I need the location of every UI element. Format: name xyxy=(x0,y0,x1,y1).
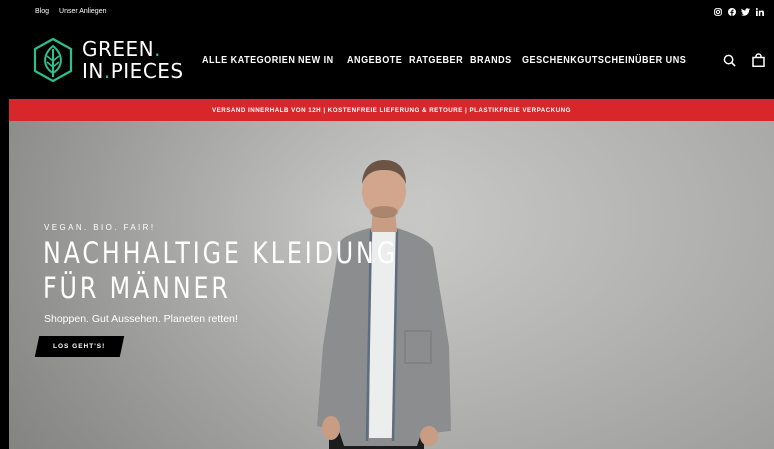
leaf-logo-icon xyxy=(33,37,73,83)
cart-icon[interactable] xyxy=(751,53,765,67)
nav-ueber-uns[interactable]: ÜBER UNS xyxy=(635,54,686,66)
hero-cta-button[interactable]: LOS GEHT'S! xyxy=(34,336,125,357)
nav-alle-kategorien[interactable]: ALLE KATEGORIEN xyxy=(202,54,295,66)
hero-subline: Shoppen. Gut Aussehen. Planeten retten! xyxy=(44,313,238,325)
site-header: GREEN. IN.PIECES ALLE KATEGORIEN NEW IN … xyxy=(0,26,774,99)
shipping-banner: VERSAND INNERHALB VON 12H | KOSTENFREIE … xyxy=(9,99,774,121)
search-icon[interactable] xyxy=(722,53,736,67)
top-links: Blog Unser Anliegen xyxy=(35,8,107,15)
nav-brands[interactable]: BRANDS xyxy=(470,54,512,66)
shipping-banner-text: VERSAND INNERHALB VON 12H | KOSTENFREIE … xyxy=(212,106,571,114)
twitter-icon[interactable] xyxy=(741,7,750,16)
instagram-icon[interactable] xyxy=(713,7,722,16)
nav-angebote[interactable]: ANGEBOTE xyxy=(347,54,402,66)
linkedin-icon[interactable] xyxy=(755,7,764,16)
top-link-blog[interactable]: Blog xyxy=(35,8,49,15)
hero-eyebrow: VEGAN. BIO. FAIR! xyxy=(44,223,156,232)
hero-cta-label: LOS GEHT'S! xyxy=(53,343,106,350)
nav-ratgeber[interactable]: RATGEBER xyxy=(409,54,463,66)
brand-logo[interactable]: GREEN. IN.PIECES xyxy=(33,37,184,83)
nav-new-in[interactable]: NEW IN xyxy=(298,54,334,66)
main-nav: ALLE KATEGORIEN NEW IN ANGEBOTE RATGEBER… xyxy=(202,54,702,68)
top-bar: Blog Unser Anliegen xyxy=(0,0,774,26)
header-actions xyxy=(722,53,765,67)
hero-section: VEGAN. BIO. FAIR! NACHHALTIGE KLEIDUNG F… xyxy=(9,121,774,449)
top-link-unser-anliegen[interactable]: Unser Anliegen xyxy=(59,8,106,15)
hero-headline-line2: FÜR MÄNNER xyxy=(43,271,231,305)
brand-name: GREEN. IN.PIECES xyxy=(82,37,184,83)
nav-geschenkgutschein[interactable]: GESCHENKGUTSCHEIN xyxy=(522,54,635,66)
hero-headline-line1: NACHHALTIGE KLEIDUNG xyxy=(43,236,399,270)
hero-headline: NACHHALTIGE KLEIDUNG FÜR MÄNNER xyxy=(43,236,398,306)
social-links xyxy=(713,7,764,16)
facebook-icon[interactable] xyxy=(727,7,736,16)
